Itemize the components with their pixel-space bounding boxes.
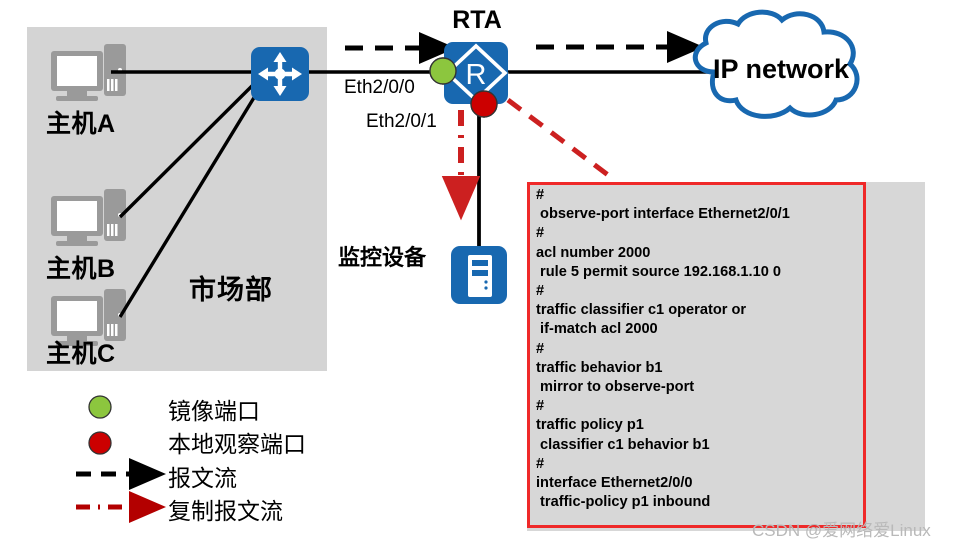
interface-label-eth2-0-1: Eth2/0/1	[366, 111, 437, 132]
legend-label-mirror-port: 镜像端口	[168, 398, 260, 424]
config-pointer-line	[506, 98, 614, 180]
host-label-b: 主机B	[46, 255, 116, 283]
config-line: traffic policy p1	[536, 417, 644, 434]
config-line: traffic behavior b1	[536, 359, 663, 376]
config-line: interface Ethernet2/0/0	[536, 475, 693, 492]
config-line: acl number 2000	[536, 244, 651, 261]
config-line: rule 5 permit source 192.168.1.10 0	[536, 263, 781, 280]
config-line: #	[536, 283, 545, 300]
config-line: traffic-policy p1 inbound	[536, 494, 711, 511]
router-label: RTA	[452, 6, 502, 34]
router-rta-device[interactable]	[444, 42, 508, 104]
config-panel-text: # observe-port interface Ethernet2/0/1 # a…	[536, 186, 926, 512]
watermark: CSDN @爱网络爱Linux	[752, 521, 931, 540]
config-line: #	[536, 340, 545, 357]
legend-marker-mirror-port	[88, 395, 112, 419]
config-line: observe-port interface Ethernet2/0/1	[536, 206, 790, 223]
config-line: mirror to observe-port	[536, 379, 695, 396]
legend-label-mirrored-flow: 复制报文流	[168, 498, 283, 524]
config-line: #	[536, 225, 545, 242]
config-line: #	[536, 398, 545, 415]
monitor-device[interactable]	[451, 246, 507, 304]
monitor-device-label: 监控设备	[338, 245, 427, 270]
config-line: if-match acl 2000	[536, 321, 658, 338]
switch-device[interactable]	[251, 47, 309, 101]
legend-label-packet-flow: 报文流	[168, 465, 237, 491]
department-zone-label: 市场部	[189, 275, 273, 305]
config-line: #	[536, 187, 545, 203]
network-diagram-canvas: 市场部 R 主机A 主机B 主机C RTA Eth2/0/0 Eth2/0/1 …	[0, 0, 956, 546]
host-label-a: 主机A	[46, 110, 116, 138]
config-line: traffic classifier c1 operator or	[536, 302, 747, 319]
legend-marker-observe-port	[88, 431, 112, 455]
config-line: classifier c1 behavior b1	[536, 436, 710, 453]
cloud-label: IP network	[712, 54, 850, 84]
legend-label-observe-port: 本地观察端口	[168, 431, 306, 457]
interface-label-eth2-0-0: Eth2/0/0	[344, 77, 415, 98]
config-line: #	[536, 455, 545, 472]
host-label-c: 主机C	[46, 340, 116, 368]
